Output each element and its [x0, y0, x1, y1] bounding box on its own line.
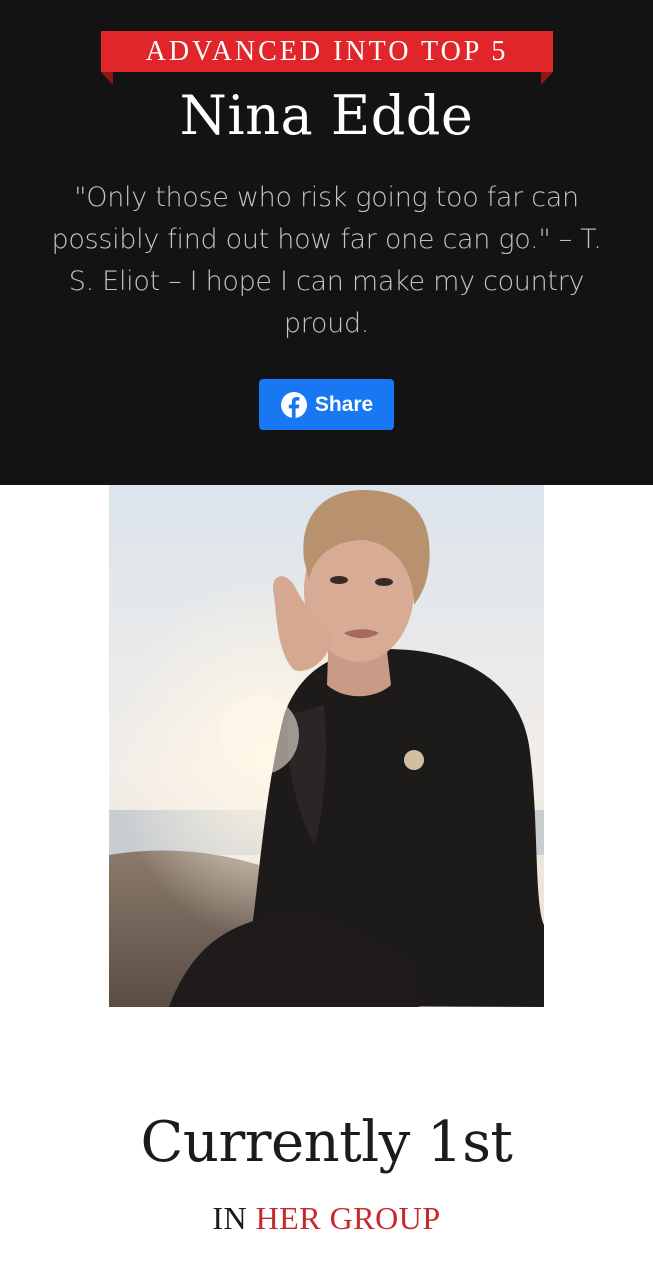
- ranking-title: Currently 1st: [140, 1110, 513, 1175]
- ranking-group-highlight: HER GROUP: [255, 1200, 441, 1236]
- contestant-hero: ADVANCED INTO TOP 5 Nina Edde "Only thos…: [0, 0, 653, 485]
- status-ribbon-label: ADVANCED INTO TOP 5: [101, 31, 553, 72]
- contestant-quote: "Only those who risk going too far can p…: [51, 182, 602, 339]
- share-button-label: Share: [314, 392, 374, 416]
- status-ribbon: ADVANCED INTO TOP 5: [101, 31, 553, 85]
- facebook-icon: [280, 391, 307, 418]
- ranking-prefix: IN: [212, 1200, 248, 1236]
- ranking-subtitle: IN HER GROUP: [0, 1200, 653, 1237]
- contestant-name: Nina Edde: [179, 84, 474, 147]
- facebook-share-button[interactable]: Share: [259, 379, 394, 430]
- contestant-photo: [109, 485, 544, 1007]
- contestant-portrait-image: [109, 485, 544, 1007]
